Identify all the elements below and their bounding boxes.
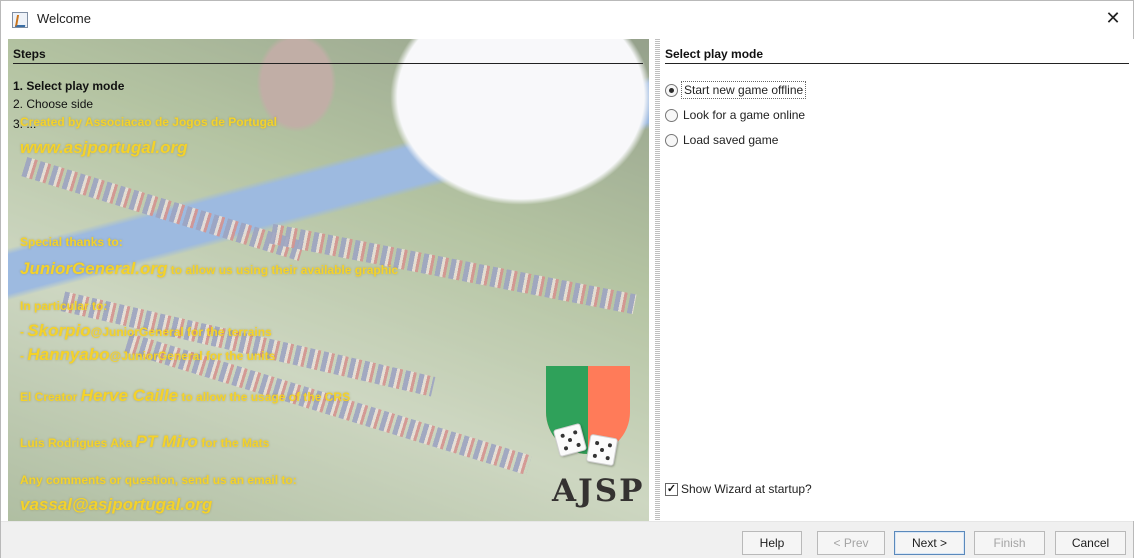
next-button[interactable]: Next > <box>894 531 965 555</box>
step-select-play-mode: 1. Select play mode <box>13 79 125 93</box>
credit-created-by: Created by Associacao de Jogos de Portug… <box>20 115 277 129</box>
radio-label-start-new-game-offline[interactable]: Start new game offline <box>681 81 807 99</box>
radio-label-look-for-game-online[interactable]: Look for a game online <box>681 107 807 123</box>
prev-button[interactable]: < Prev <box>817 531 885 555</box>
welcome-window: Welcome ✕ Steps 1. Select play mode 2. C… <box>0 0 1134 558</box>
ajsp-logo: AJSP <box>552 473 645 509</box>
radio-look-for-game-online[interactable]: Look for a game online <box>665 105 807 125</box>
credit-in-particular: In particular to: <box>20 299 108 313</box>
play-mode-panel: Select play mode Start new game offline … <box>660 39 1134 521</box>
radio-button[interactable] <box>665 108 678 122</box>
steps-panel: Steps 1. Select play mode 2. Choose side… <box>8 39 649 521</box>
java-app-icon <box>12 12 28 28</box>
radio-start-new-game-offline[interactable]: Start new game offline <box>665 80 807 100</box>
close-button[interactable]: ✕ <box>1101 7 1125 31</box>
credit-comments: Any comments or question, send us an ema… <box>20 473 297 487</box>
credit-hannyabo: - Hannyabo@JuniorGeneral for the units <box>20 345 276 364</box>
dice-icon <box>585 433 619 467</box>
credit-email: vassal@asjportugal.org <box>20 495 213 514</box>
step-choose-side: 2. Choose side <box>13 97 94 111</box>
play-mode-divider <box>665 63 1129 64</box>
radio-load-saved-game[interactable]: Load saved game <box>665 130 780 150</box>
steps-divider <box>13 63 643 64</box>
credit-site: www.asjportugal.org <box>20 138 188 157</box>
cancel-button[interactable]: Cancel <box>1055 531 1126 555</box>
radio-button[interactable] <box>665 133 678 147</box>
show-wizard-checkbox[interactable]: ✓ <box>665 482 678 496</box>
finish-button[interactable]: Finish <box>974 531 1045 555</box>
radio-button-selected[interactable] <box>665 83 678 97</box>
credit-junior-general: JuniorGeneral.org to allow us using thei… <box>20 259 399 278</box>
window-title: Welcome <box>37 11 91 26</box>
show-wizard-checkbox-row[interactable]: ✓ Show Wizard at startup? <box>665 479 812 499</box>
credit-special-thanks: Special thanks to: <box>20 235 123 249</box>
steps-heading: Steps <box>13 47 46 61</box>
radio-label-load-saved-game[interactable]: Load saved game <box>681 132 780 148</box>
credit-herve-caille: El Creator Herve Caille to allow the usa… <box>20 386 351 405</box>
title-bar: Welcome ✕ <box>1 1 1133 39</box>
credit-skorpio: - Skorpio@JuniorGeneral for the terrains <box>20 321 272 340</box>
show-wizard-label[interactable]: Show Wizard at startup? <box>681 482 812 496</box>
credit-pt-miro: Luis Rodrigues Aka PT Miro for the Mats <box>20 432 270 451</box>
play-mode-heading: Select play mode <box>665 47 764 61</box>
wizard-button-bar: Help < Prev Next > Finish Cancel <box>1 521 1133 558</box>
help-button[interactable]: Help <box>742 531 802 555</box>
